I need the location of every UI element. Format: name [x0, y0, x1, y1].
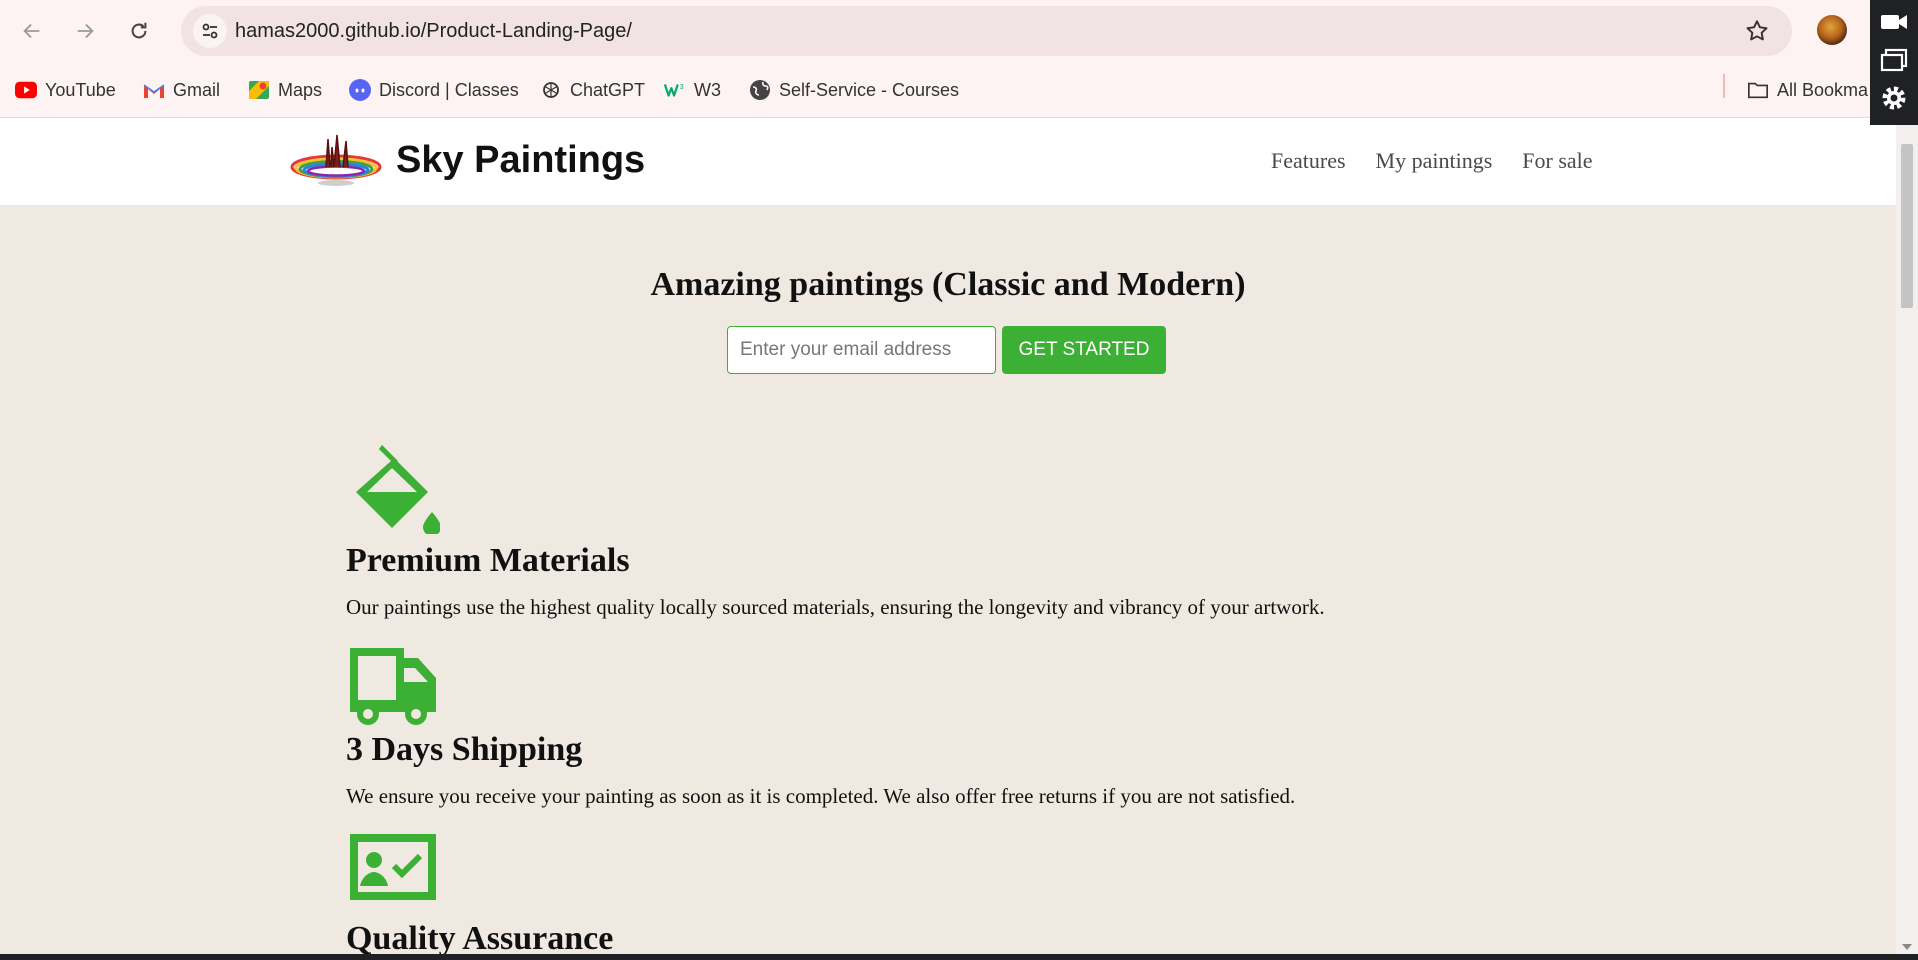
discord-icon: [349, 79, 371, 101]
email-input[interactable]: [727, 326, 996, 374]
bookmark-label: YouTube: [45, 79, 116, 100]
window-icon[interactable]: [1878, 44, 1910, 76]
feature-description: We ensure you receive your painting as s…: [346, 784, 1296, 808]
bookmark-self-service[interactable]: Self-Service - Courses: [749, 76, 959, 104]
reload-button[interactable]: [122, 14, 156, 48]
bookmark-all-bookmarks[interactable]: All Bookma: [1747, 76, 1868, 104]
bookmark-label: All Bookma: [1777, 79, 1869, 100]
bookmark-chatgpt[interactable]: ChatGPT: [540, 76, 645, 104]
site-info-button[interactable]: [193, 14, 227, 48]
chatgpt-icon: [540, 79, 562, 101]
page-viewport: Sky Paintings Features My paintings For …: [0, 118, 1896, 954]
feature-description: Our paintings use the highest quality lo…: [346, 595, 1325, 619]
bookmark-youtube[interactable]: YouTube: [15, 76, 116, 104]
sky-paintings-logo[interactable]: [290, 131, 382, 191]
bookmark-star-icon[interactable]: [1744, 18, 1770, 44]
nav-link-for-sale[interactable]: For sale: [1522, 148, 1592, 174]
brand-name[interactable]: Sky Paintings: [396, 139, 645, 182]
bookmark-label: Self-Service - Courses: [779, 79, 960, 100]
video-camera-icon[interactable]: [1878, 6, 1910, 38]
scroll-down-arrow-icon[interactable]: [1902, 944, 1912, 950]
bookmarks-bar: YouTube Gmail Maps Discord | Classes Cha…: [0, 62, 1918, 118]
bookmark-label: Gmail: [173, 79, 221, 100]
browser-toolbar: hamas2000.github.io/Product-Landing-Page…: [0, 0, 1918, 62]
folder-icon: [1747, 79, 1769, 101]
maps-icon: [248, 79, 270, 101]
feature-title: Premium Materials: [346, 542, 630, 579]
youtube-icon: [15, 79, 37, 101]
hero-title: Amazing paintings (Classic and Modern): [650, 266, 1246, 303]
bookmark-gmail[interactable]: Gmail: [143, 76, 220, 104]
bookmark-maps[interactable]: Maps: [248, 76, 322, 104]
reload-icon: [131, 22, 147, 39]
url-text[interactable]: hamas2000.github.io/Product-Landing-Page…: [235, 20, 632, 43]
nav-link-features[interactable]: Features: [1271, 148, 1346, 174]
svg-text:3: 3: [680, 82, 684, 91]
tune-icon: [202, 23, 218, 39]
back-button[interactable]: [15, 14, 49, 48]
globe-icon: [749, 79, 771, 101]
feature-title: Quality Assurance: [346, 920, 614, 954]
gmail-icon: [143, 79, 165, 101]
floating-side-panel: [1870, 0, 1918, 125]
get-started-button[interactable]: GET STARTED: [1002, 326, 1166, 374]
site-header: Sky Paintings Features My paintings For …: [0, 118, 1896, 205]
arrow-left-icon: [23, 23, 40, 39]
truck-icon: [350, 648, 436, 725]
vertical-scrollbar[interactable]: [1896, 118, 1918, 954]
bookmark-label: Discord | Classes: [379, 79, 519, 100]
bookmark-w3[interactable]: 3 W3: [664, 76, 721, 104]
scrollbar-thumb[interactable]: [1901, 144, 1913, 308]
bookmark-label: ChatGPT: [570, 79, 646, 100]
profile-avatar[interactable]: [1817, 15, 1847, 45]
w3-icon: 3: [664, 79, 686, 101]
id-card-check-icon: [350, 834, 436, 900]
bookmark-label: Maps: [278, 79, 323, 100]
address-bar[interactable]: hamas2000.github.io/Product-Landing-Page…: [181, 6, 1792, 56]
settings-gear-icon[interactable]: [1878, 82, 1910, 114]
bookmarks-divider: [1723, 74, 1725, 98]
bookmark-discord[interactable]: Discord | Classes: [349, 76, 519, 104]
arrow-right-icon: [77, 23, 94, 39]
paint-bucket-icon: [356, 445, 440, 534]
forward-button[interactable]: [68, 14, 102, 48]
taskbar-edge: [0, 954, 1918, 960]
nav-link-my-paintings[interactable]: My paintings: [1376, 148, 1493, 174]
main-nav: Features My paintings For sale: [1271, 148, 1593, 174]
feature-title: 3 Days Shipping: [346, 731, 583, 768]
bookmark-label: W3: [694, 79, 721, 100]
